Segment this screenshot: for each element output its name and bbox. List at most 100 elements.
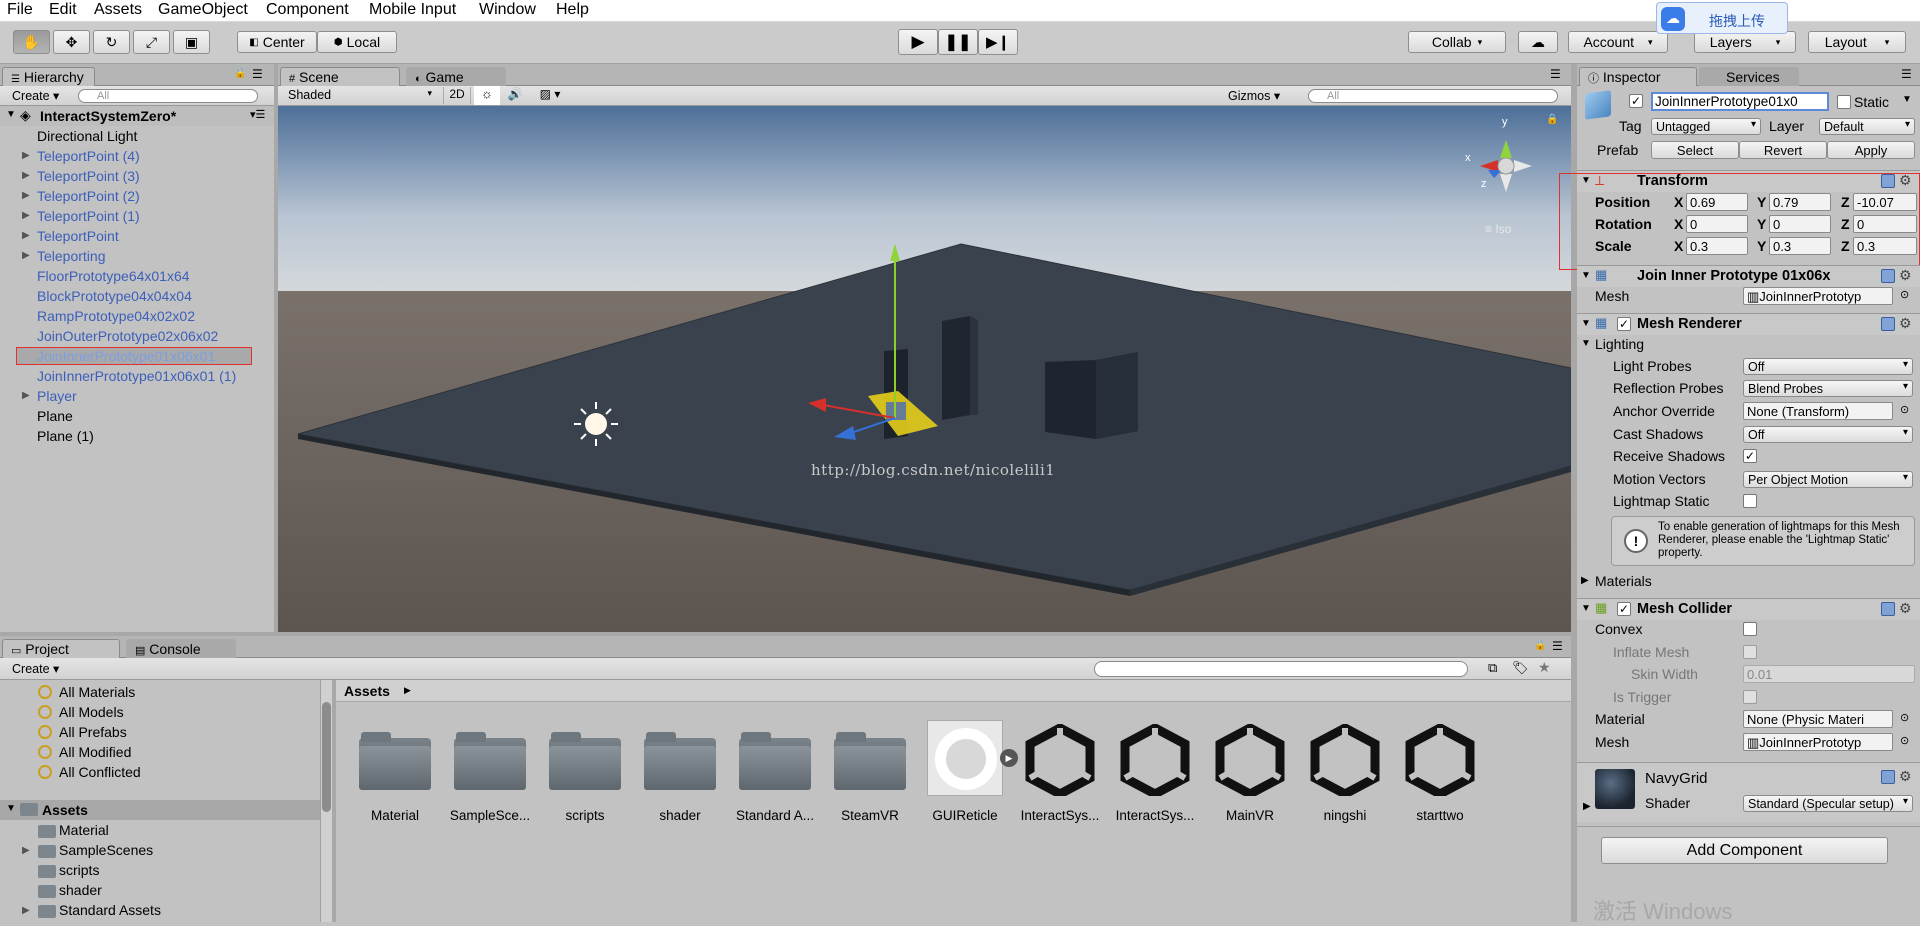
asset-tile[interactable]: Material bbox=[349, 716, 441, 823]
hierarchy-item[interactable]: FloorPrototype64x01x64 bbox=[37, 268, 190, 284]
pivot-center-button[interactable]: ◧ Center bbox=[237, 31, 317, 53]
hierarchy-create[interactable]: Create ▾ bbox=[12, 88, 59, 103]
expand-arrow-icon[interactable]: ▶ bbox=[22, 190, 30, 201]
folder-item[interactable]: Material bbox=[59, 822, 109, 838]
fold-arrow-icon[interactable]: ▶ bbox=[1583, 801, 1591, 812]
anchor-override-field[interactable]: None (Transform) bbox=[1743, 402, 1893, 420]
pivot-local-button[interactable]: ⬢ Local bbox=[317, 31, 397, 53]
project-create[interactable]: Create ▾ bbox=[12, 661, 59, 676]
filter-type-icon[interactable]: ⧉ bbox=[1488, 660, 1497, 676]
tab-hierarchy[interactable]: ☰ Hierarchy bbox=[2, 67, 95, 87]
favorite-item[interactable]: All Modified bbox=[59, 744, 131, 760]
reflection-probes-dropdown[interactable]: Blend Probes bbox=[1743, 380, 1913, 397]
collider-mesh-field[interactable]: ▥JoinInnerPrototyp bbox=[1743, 733, 1893, 751]
scene-menu-icon[interactable]: ▾☰ bbox=[250, 108, 265, 121]
menu-icon[interactable]: ☰ bbox=[1552, 639, 1563, 653]
folder-item[interactable]: Standard Assets bbox=[59, 902, 161, 918]
asset-tile[interactable]: SampleSce... bbox=[444, 716, 536, 823]
shading-dropdown[interactable]: Shaded ▾ bbox=[284, 87, 434, 104]
collab-button[interactable]: Collab ▾ bbox=[1408, 31, 1506, 53]
favorite-item[interactable]: All Conflicted bbox=[59, 764, 141, 780]
tab-console[interactable]: ▤ Console bbox=[126, 639, 236, 659]
expand-arrow-icon[interactable]: ▶ bbox=[22, 845, 30, 856]
step-button[interactable]: ▶❙ bbox=[978, 29, 1018, 55]
position-z-field[interactable]: -10.07 bbox=[1853, 193, 1917, 211]
tab-services[interactable]: Services bbox=[1699, 67, 1799, 87]
object-picker-icon[interactable]: ⊙ bbox=[1900, 734, 1909, 747]
menu-window[interactable]: Window bbox=[479, 1, 536, 19]
expand-arrow-icon[interactable]: ▶ bbox=[22, 250, 30, 261]
layers-button[interactable]: Layers ▾ bbox=[1694, 31, 1796, 53]
hierarchy-search-input[interactable]: All bbox=[78, 89, 258, 103]
menu-assets[interactable]: Assets bbox=[94, 1, 142, 19]
physic-material-field[interactable]: None (Physic Materi bbox=[1743, 710, 1893, 728]
expand-arrow-icon[interactable]: ▶ bbox=[22, 150, 30, 161]
menu-help[interactable]: Help bbox=[556, 1, 589, 19]
help-icon[interactable] bbox=[1881, 602, 1895, 616]
gear-icon[interactable]: ⚙ bbox=[1899, 315, 1912, 332]
mesh-filter-header[interactable]: ▼ ▦ Join Inner Prototype 01x06x ⚙ bbox=[1577, 265, 1920, 287]
fold-arrow-icon[interactable]: ▶ bbox=[1581, 575, 1589, 586]
asset-tile[interactable]: scripts bbox=[539, 716, 631, 823]
static-checkbox[interactable] bbox=[1837, 95, 1851, 109]
gizmos-dropdown[interactable]: Gizmos ▾ bbox=[1228, 88, 1280, 103]
menu-edit[interactable]: Edit bbox=[49, 1, 77, 19]
material-preview[interactable] bbox=[1595, 769, 1635, 809]
hierarchy-item[interactable]: Plane bbox=[37, 408, 73, 424]
favorite-item[interactable]: All Models bbox=[59, 704, 124, 720]
cloud-button[interactable]: ☁ bbox=[1518, 31, 1558, 53]
expand-arrow-icon[interactable]: ▶ bbox=[22, 210, 30, 221]
object-picker-icon[interactable]: ⊙ bbox=[1900, 711, 1909, 724]
tag-dropdown[interactable]: Untagged bbox=[1651, 118, 1761, 135]
hierarchy-item[interactable]: BlockPrototype04x04x04 bbox=[37, 288, 192, 304]
gear-icon[interactable]: ⚙ bbox=[1899, 600, 1912, 617]
expand-arrow-icon[interactable]: ▶ bbox=[22, 390, 30, 401]
hand-tool-button[interactable]: ✋ bbox=[13, 30, 50, 54]
hierarchy-item[interactable]: TeleportPoint (2) bbox=[37, 188, 140, 204]
asset-tile[interactable]: InteractSys... bbox=[1014, 716, 1106, 823]
mesh-collider-header[interactable]: ▼ ▦ ✓ Mesh Collider ⚙ bbox=[1577, 598, 1920, 620]
breadcrumb-assets[interactable]: Assets bbox=[344, 683, 390, 699]
audio-toggle[interactable]: 🔊 bbox=[502, 87, 528, 104]
mesh-renderer-enabled-checkbox[interactable]: ✓ bbox=[1617, 317, 1631, 331]
tab-scene[interactable]: # Scene bbox=[280, 67, 400, 87]
active-checkbox[interactable]: ✓ bbox=[1629, 94, 1643, 108]
hierarchy-item[interactable]: TeleportPoint (4) bbox=[37, 148, 140, 164]
position-x-field[interactable]: 0.69 bbox=[1686, 193, 1748, 211]
cast-shadows-dropdown[interactable]: Off bbox=[1743, 426, 1913, 443]
hierarchy-item[interactable]: Plane (1) bbox=[37, 428, 94, 444]
play-button[interactable]: ▶ bbox=[898, 29, 938, 55]
layer-dropdown[interactable]: Default bbox=[1819, 118, 1915, 135]
tab-game[interactable]: ◐ Game bbox=[406, 67, 506, 87]
asset-tile[interactable]: starttwo bbox=[1394, 716, 1486, 823]
menu-icon[interactable]: ☰ bbox=[252, 67, 263, 81]
position-y-field[interactable]: 0.79 bbox=[1769, 193, 1831, 211]
hierarchy-item[interactable]: Player bbox=[37, 388, 77, 404]
help-icon[interactable] bbox=[1881, 269, 1895, 283]
scene-search-input[interactable]: All bbox=[1308, 89, 1558, 103]
effects-toggle[interactable]: ▨ ▾ bbox=[532, 87, 568, 104]
asset-tile[interactable]: MainVR bbox=[1204, 716, 1296, 823]
asset-tile[interactable]: ningshi bbox=[1299, 716, 1391, 823]
hierarchy-item[interactable]: TeleportPoint (1) bbox=[37, 208, 140, 224]
scene-root-row[interactable]: ▼ ◈ InteractSystemZero* ▾☰ bbox=[0, 106, 274, 126]
gear-icon[interactable]: ⚙ bbox=[1899, 267, 1912, 284]
rotation-y-field[interactable]: 0 bbox=[1769, 215, 1831, 233]
scale-y-field[interactable]: 0.3 bbox=[1769, 237, 1831, 255]
lock-icon[interactable]: 🔒 bbox=[1546, 114, 1558, 125]
mesh-filter-mesh-field[interactable]: ▥JoinInnerPrototyp bbox=[1743, 287, 1893, 305]
project-tree-scrollbar[interactable] bbox=[320, 680, 332, 922]
object-picker-icon[interactable]: ⊙ bbox=[1900, 403, 1909, 416]
fold-arrow-icon[interactable]: ▼ bbox=[1581, 338, 1591, 349]
folder-item[interactable]: scripts bbox=[59, 862, 99, 878]
favorite-star-icon[interactable]: ★ bbox=[1538, 659, 1551, 676]
folder-item[interactable]: SampleScenes bbox=[59, 842, 153, 858]
menu-mobile-input[interactable]: Mobile Input bbox=[369, 1, 456, 19]
hierarchy-item[interactable]: JoinInnerPrototype01x06x01 bbox=[37, 348, 215, 364]
rect-tool-button[interactable]: ▣ bbox=[173, 30, 210, 54]
hierarchy-item[interactable]: TeleportPoint bbox=[37, 228, 119, 244]
hierarchy-item[interactable]: TeleportPoint (3) bbox=[37, 168, 140, 184]
receive-shadows-checkbox[interactable]: ✓ bbox=[1743, 449, 1757, 463]
shader-dropdown[interactable]: Standard (Specular setup) bbox=[1743, 795, 1913, 812]
lock-icon[interactable]: 🔒 bbox=[234, 68, 246, 79]
